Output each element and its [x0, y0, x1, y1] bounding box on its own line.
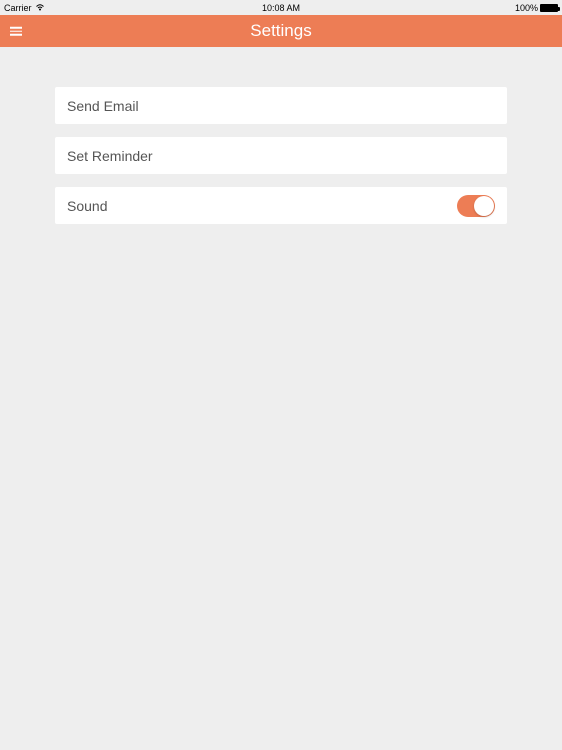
status-bar: Carrier 10:08 AM 100% [0, 0, 562, 15]
toggle-knob [474, 196, 494, 216]
send-email-label: Send Email [67, 98, 139, 114]
status-right: 100% [515, 3, 558, 13]
wifi-icon [35, 3, 45, 13]
sound-label: Sound [67, 198, 107, 214]
battery-icon [540, 4, 558, 12]
settings-list: Send Email Set Reminder Sound [0, 47, 562, 224]
hamburger-menu-icon[interactable] [10, 27, 22, 36]
set-reminder-label: Set Reminder [67, 148, 153, 164]
battery-label: 100% [515, 3, 538, 13]
status-left: Carrier [4, 3, 45, 13]
page-title: Settings [250, 21, 311, 41]
send-email-row[interactable]: Send Email [55, 87, 507, 124]
sound-toggle[interactable] [457, 195, 495, 217]
carrier-label: Carrier [4, 3, 32, 13]
sound-row: Sound [55, 187, 507, 224]
header: Settings [0, 15, 562, 47]
status-time: 10:08 AM [262, 3, 300, 13]
set-reminder-row[interactable]: Set Reminder [55, 137, 507, 174]
